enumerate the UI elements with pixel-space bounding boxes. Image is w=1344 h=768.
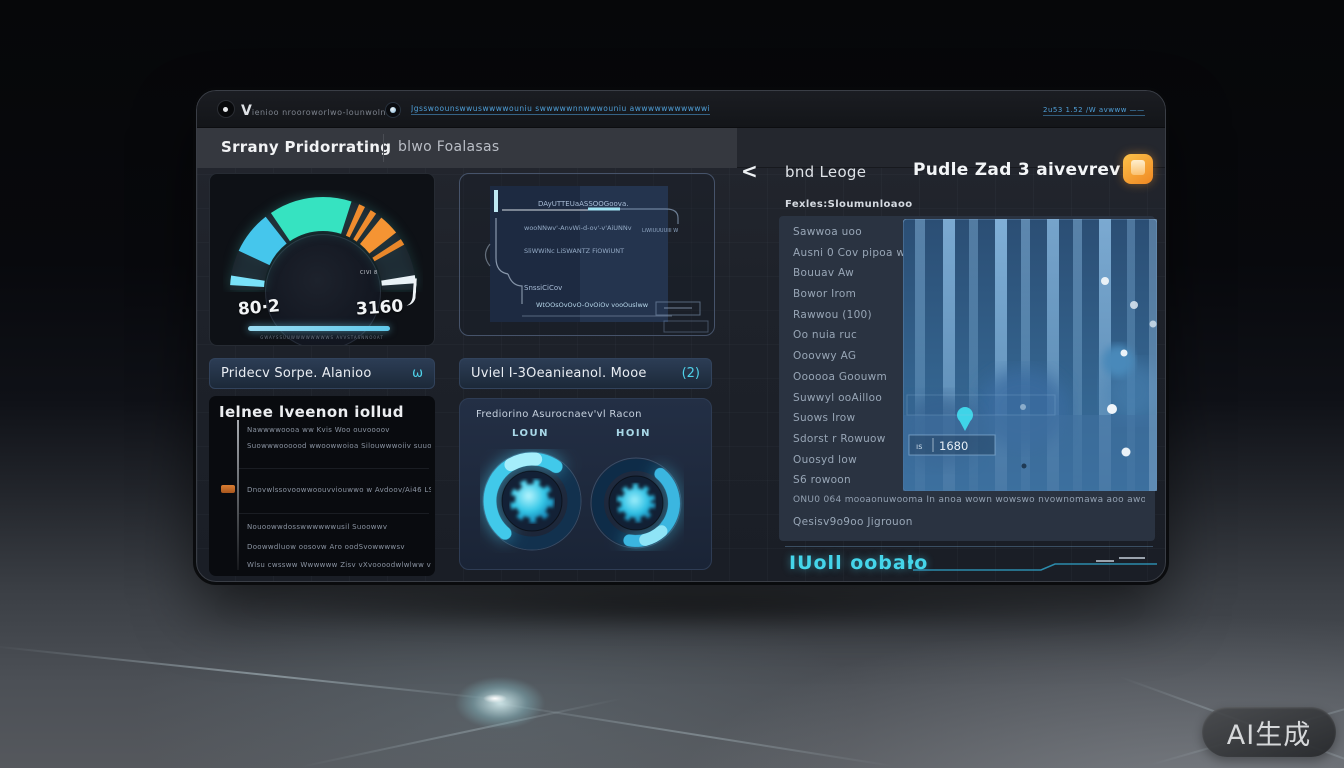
chart-panel[interactable]: ıs 1680 (903, 219, 1157, 491)
dial-label-left: LOUN (512, 428, 549, 439)
app-title: Vienioo nrooroworlwo-lounwolniait (241, 100, 401, 119)
list-item[interactable]: Qesisv9o9oo Jigrouon (793, 516, 1155, 537)
svg-text:LiWIUUUUIII W: LiWIUUUUIII W (642, 228, 678, 234)
gauge-panel: CIVI 8 80·2 3160 GWAYSSUUWWWWWWWWS AVVST… (209, 173, 435, 346)
list-item[interactable]: Nawwwwoooa ww Kvis Woo ouvoooov (247, 426, 390, 434)
titlebar: Vienioo nrooroworlwo-lounwolniait Jgsswo… (197, 91, 1165, 128)
back-arrow-icon[interactable]: < (741, 159, 758, 183)
footer-dash (1096, 560, 1114, 562)
svg-text:1680: 1680 (939, 439, 968, 453)
section-header-left-label: Pridecv Sorpe. Alanioo (221, 366, 372, 381)
gauge-arc-clip (223, 190, 423, 292)
tabbar-left-segment: Srrany Pridorrating blwo Foalasas (197, 128, 737, 168)
left-list-scroll-line (237, 420, 239, 570)
floor-light-beam (300, 697, 623, 768)
gauge-arcs (223, 190, 423, 292)
svg-text:wooNNwv'-AnvWi-d-ov'-v'AiUNNv: wooNNwv'-AnvWi-d-ov'-v'AiUNNv (524, 224, 632, 232)
chart-tooltip: ıs 1680 (909, 435, 995, 455)
dashboard-window: Vienioo nrooroworlwo-lounwolniait Jgsswo… (196, 90, 1166, 582)
gauge-value-right: 3160 (355, 296, 404, 319)
footer-dash (1119, 557, 1145, 559)
floor-light-beam (470, 698, 895, 767)
section-header-mid-label: Uviel I-3Oeanieanol. Mooe (471, 366, 647, 381)
ai-watermark: AI生成 (1202, 707, 1336, 757)
tab-active[interactable]: Srrany Pridorrating (221, 138, 391, 156)
address-link[interactable]: Jgsswoounswwuswwwwouniu swwwwwnnwwwouniu… (411, 104, 710, 115)
schematic-panel: DAyUTTEUaASSOOGoova. wooNNwv'-AnvWi-d-ov… (459, 173, 715, 336)
list-item[interactable]: ONU0 064 mooaonuwooma In anoa wown wowsw… (793, 495, 1145, 516)
svg-text:DAyUTTEUaASSOOGoova.: DAyUTTEUaASSOOGoova. (538, 200, 628, 208)
list-separator (239, 468, 429, 469)
titlebar-corner-link[interactable]: 2u53 1.52 /W avwww —— (1043, 106, 1145, 116)
section-header-left[interactable]: Pridecv Sorpe. Alanioo ω (209, 358, 435, 389)
list-separator (239, 513, 429, 514)
svg-text:ıs: ıs (916, 442, 922, 451)
section-header-mid[interactable]: Uviel I-3Oeanieanol. Mooe (2) (459, 358, 712, 389)
floor-glow-core (483, 694, 507, 703)
dial-label-right: HOIN (616, 428, 651, 439)
breadcrumb[interactable]: bnd Leoge (785, 163, 866, 181)
footer-divider (785, 546, 1153, 547)
gauge-end-stroke (405, 278, 417, 307)
gauge-side-label: CIVI 8 (360, 270, 378, 276)
app-logo-icon (217, 100, 235, 118)
gauge-tick-text: GWAYSSUUWWWWWWWWS AVVSTASNNO0AT (210, 335, 434, 340)
left-list-panel: Ielnee lveenon iollud Nawwwwoooa ww Kvis… (209, 396, 435, 576)
section-header-left-icon[interactable]: ω (412, 366, 423, 381)
gauge-value-left: 80·2 (237, 296, 281, 320)
right-panel-title: Pudle Zad 3 aivevrev (913, 160, 1121, 180)
svg-text:SliWWiNc LiSWANTZ FiOWiUNT: SliWWiNc LiSWANTZ FiOWiUNT (524, 247, 624, 255)
dials-title: Frediorino Asurocnaev'vl Racon (476, 409, 642, 420)
knob-left[interactable] (480, 449, 584, 553)
list-item[interactable]: Dnovwlssovoowwoouvviouwwo w Avdoov/Ai46 … (247, 486, 431, 494)
knob-right[interactable] (588, 455, 684, 551)
list-item[interactable]: Suowwwoooood wwoowwoioa Silouwwwoiiv suu… (247, 442, 431, 450)
list-item[interactable]: Wlsu cwssww Wwwwww Zisv vXvoooodwlwlww v (247, 561, 431, 569)
tab-inactive[interactable]: blwo Foalasas (398, 139, 499, 155)
floor-glow (440, 668, 560, 738)
app-title-rest: ienioo nrooroworlwo-lounwolniait (252, 108, 401, 117)
chart-canvas: ıs 1680 (903, 219, 1157, 491)
svg-text:WtOOsOvOvO-OvOiOv vooOuslww: WtOOsOvOvO-OvOiOv vooOuslww (536, 301, 649, 309)
address-bar-icon (385, 102, 401, 118)
gauge-progress-bar[interactable] (248, 326, 390, 331)
left-list-heading: Ielnee lveenon iollud (219, 403, 404, 421)
floor-light-beam (0, 645, 507, 701)
orange-badge (221, 485, 235, 493)
svg-text:SnssiCiCov: SnssiCiCov (524, 284, 562, 292)
scene: Vienioo nrooroworlwo-lounwolniait Jgsswo… (0, 0, 1344, 768)
schematic-drawing: DAyUTTEUaASSOOGoova. wooNNwv'-AnvWi-d-ov… (460, 174, 714, 335)
right-panel-subtitle: Fexles:Sloumunloaoo (785, 199, 912, 210)
tab-divider (383, 134, 384, 162)
folder-icon[interactable] (1123, 154, 1153, 184)
section-header-mid-icon[interactable]: (2) (682, 366, 700, 381)
app-title-initial: V (241, 103, 252, 119)
window-reflection (210, 586, 1150, 628)
list-item[interactable]: Nouoowwdosswwwwwwusil Suoowwv (247, 523, 387, 531)
list-item[interactable]: Doowwdluow oosovw Aro oodSvowwwwsv (247, 543, 405, 551)
footer-underline (913, 561, 1159, 575)
dials-panel: Frediorino Asurocnaev'vl Racon LOUN HOIN (459, 398, 712, 570)
